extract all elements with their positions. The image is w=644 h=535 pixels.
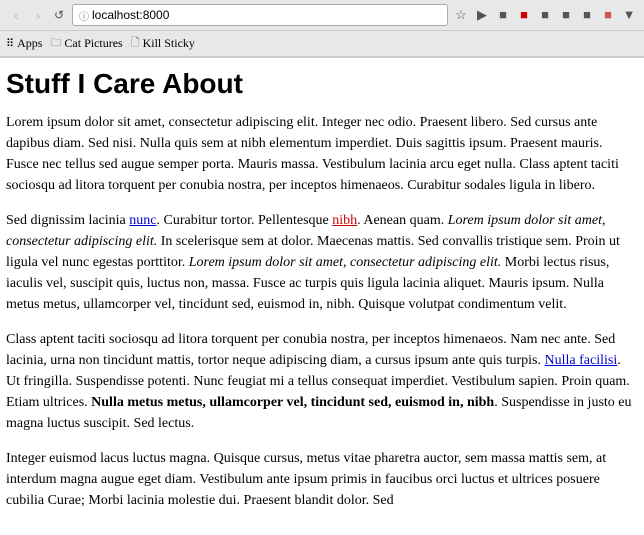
nav-buttons: ‹ › ↺ xyxy=(6,6,68,24)
para2-text3: . Aenean quam. xyxy=(357,213,448,228)
cat-pictures-bookmark[interactable]: 🗀 Cat Pictures xyxy=(50,34,122,53)
back-button[interactable]: ‹ xyxy=(6,6,26,24)
nibh-link[interactable]: nibh xyxy=(332,213,357,228)
menu-icon[interactable]: ▼ xyxy=(620,6,638,24)
badge-icon[interactable]: ■ xyxy=(536,6,554,24)
page-icon: 🗋 xyxy=(131,34,140,53)
forward-button[interactable]: › xyxy=(28,6,48,24)
nulla-facilisi-link[interactable]: Nulla facilisi xyxy=(545,353,618,368)
reload-button[interactable]: ↺ xyxy=(50,6,68,24)
apps-icon2[interactable]: ■ xyxy=(578,6,596,24)
browser-toolbar: ‹ › ↺ ⓘ ☆ ▶ ■ ■ ■ ■ ■ ■ ▼ xyxy=(0,0,644,31)
shield-icon[interactable]: ■ xyxy=(494,6,512,24)
paragraph-1-text: Lorem ipsum dolor sit amet, consectetur … xyxy=(6,115,619,193)
puzzle-icon[interactable]: ■ xyxy=(515,6,533,24)
address-input[interactable] xyxy=(92,8,441,22)
para4-text: Integer euismod lacus luctus magna. Quis… xyxy=(6,451,606,508)
apps-label: Apps xyxy=(17,36,42,51)
page-title: Stuff I Care About xyxy=(6,68,638,100)
vpn-icon[interactable]: ■ xyxy=(557,6,575,24)
para2-text2: . Curabitur tortor. Pellentesque xyxy=(156,213,332,228)
extensions-icon[interactable]: ▶ xyxy=(473,6,491,24)
paragraph-2: Sed dignissim lacinia nunc. Curabitur to… xyxy=(6,210,638,315)
folder-icon: 🗀 xyxy=(50,34,61,53)
address-bar-container: ⓘ xyxy=(72,4,448,26)
bookmarks-bar: ⠿ Apps 🗀 Cat Pictures 🗋 Kill Sticky xyxy=(0,31,644,57)
paragraph-1: Lorem ipsum dolor sit amet, consectetur … xyxy=(6,112,638,196)
paragraph-4: Integer euismod lacus luctus magna. Quis… xyxy=(6,448,638,511)
kill-sticky-label: Kill Sticky xyxy=(143,36,195,51)
page-content: Stuff I Care About Lorem ipsum dolor sit… xyxy=(0,58,644,535)
kill-sticky-bookmark[interactable]: 🗋 Kill Sticky xyxy=(131,34,195,53)
browser-icons: ☆ ▶ ■ ■ ■ ■ ■ ■ ▼ xyxy=(452,6,638,24)
nunc-link[interactable]: nunc xyxy=(129,213,156,228)
apps-bookmark[interactable]: ⠿ Apps xyxy=(6,36,42,51)
info-icon: ⓘ xyxy=(79,8,89,23)
cat-pictures-label: Cat Pictures xyxy=(64,36,122,51)
browser-chrome: ‹ › ↺ ⓘ ☆ ▶ ■ ■ ■ ■ ■ ■ ▼ ⠿ Apps 🗀 Cat P… xyxy=(0,0,644,58)
paragraph-3: Class aptent taciti sociosqu ad litora t… xyxy=(6,329,638,434)
para3-bold1: Nulla metus metus, ullamcorper vel, tinc… xyxy=(91,395,494,410)
para2-italic2: Lorem ipsum dolor sit amet, consectetur … xyxy=(189,255,502,270)
para2-text1: Sed dignissim lacinia xyxy=(6,213,129,228)
apps-grid-icon: ⠿ xyxy=(6,37,14,50)
star-icon[interactable]: ☆ xyxy=(452,6,470,24)
search-icon[interactable]: ■ xyxy=(599,6,617,24)
para3-text1: Class aptent taciti sociosqu ad litora t… xyxy=(6,332,615,368)
